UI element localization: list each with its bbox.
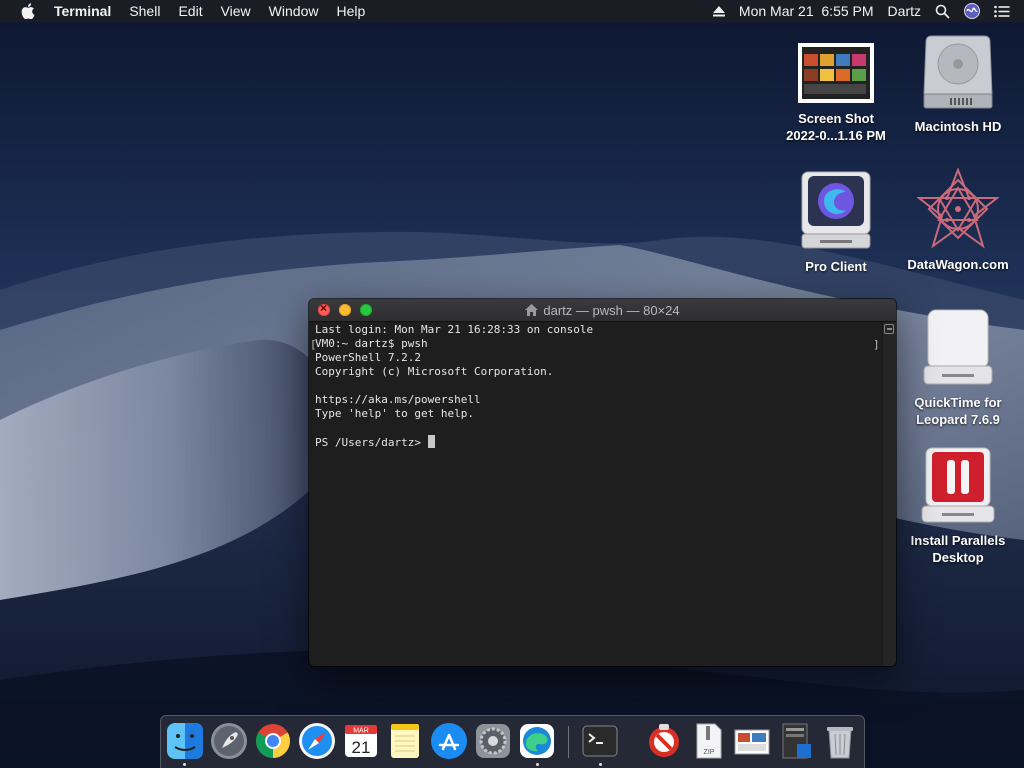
close-button[interactable] (318, 301, 330, 316)
terminal-icon[interactable] (581, 722, 619, 760)
terminal-line: Type 'help' to get help. (315, 407, 474, 420)
terminal-line: PowerShell 7.2.2 (315, 351, 421, 364)
menu-bar: Terminal Shell Edit View Window Help Mon… (0, 0, 1024, 22)
pro-client-disk-icon (801, 171, 871, 249)
terminal-line: VM0:~ dartz$ pwsh (315, 337, 428, 350)
desktop-icon-datawagon[interactable]: DataWagon.com (898, 168, 1018, 273)
home-folder-icon (525, 304, 539, 316)
desktop-icon-label: Install Parallels Desktop (910, 533, 1006, 565)
chrome-icon[interactable] (254, 722, 292, 760)
desktop-icon-screenshot[interactable]: Screen Shot 2022-0...1.16 PM (776, 42, 896, 144)
menu-app-terminal[interactable]: Terminal (52, 0, 120, 22)
hard-drive-icon (923, 35, 993, 109)
terminal-prompt: PS /Users/dartz> (315, 436, 428, 449)
menu-view[interactable]: View (212, 0, 260, 22)
mark-bracket-right: ] (873, 338, 880, 351)
desktop-icon-label: Screen Shot 2022-0...1.16 PM (786, 111, 886, 143)
split-pane-icon[interactable] (884, 324, 894, 334)
notes-icon[interactable] (386, 722, 424, 760)
eject-icon[interactable] (712, 5, 725, 17)
edge-icon[interactable] (518, 722, 556, 760)
desktop-icon-quicktime[interactable]: QuickTime for Leopard 7.6.9 (898, 308, 1018, 428)
dock: MAR 21 ZIP (160, 715, 865, 768)
parallels-disk-icon (921, 447, 995, 523)
parallels-stop-icon[interactable] (645, 722, 683, 760)
zoom-button[interactable] (360, 304, 372, 316)
zip-label: ZIP (704, 749, 715, 756)
calendar-day: 21 (352, 738, 371, 757)
document-stack-icon[interactable] (777, 722, 815, 760)
dock-separator (568, 726, 569, 758)
menu-shell[interactable]: Shell (120, 0, 169, 22)
calendar-month: MAR (353, 728, 369, 735)
menu-edit[interactable]: Edit (169, 0, 211, 22)
desktop-icon-label: DataWagon.com (907, 257, 1009, 272)
screenshot-thumbnail-icon (798, 43, 874, 103)
search-icon[interactable] (935, 4, 950, 19)
running-indicator (183, 763, 186, 766)
terminal-window[interactable]: dartz — pwsh — 80×24 Last login: Mon Mar… (309, 299, 896, 666)
siri-icon[interactable] (964, 3, 980, 19)
running-indicator (599, 763, 602, 766)
menubar-clock[interactable]: Mon Mar 21 6:55 PM (739, 0, 874, 22)
safari-icon[interactable] (298, 722, 336, 760)
zip-archive-icon[interactable]: ZIP (689, 722, 727, 760)
terminal-line: Copyright (c) Microsoft Corporation. (315, 365, 554, 378)
window-titlebar[interactable]: dartz — pwsh — 80×24 (309, 299, 896, 322)
desktop-icon-macintosh-hd[interactable]: Macintosh HD (898, 32, 1018, 135)
menu-window[interactable]: Window (260, 0, 328, 22)
calendar-icon[interactable]: MAR 21 (342, 722, 380, 760)
apple-logo-icon[interactable] (18, 0, 38, 22)
menubar-user[interactable]: Dartz (888, 0, 921, 22)
desktop-icon-install-parallels[interactable]: Install Parallels Desktop (898, 446, 1018, 566)
running-indicator (536, 763, 539, 766)
desktop-icon-label: Macintosh HD (914, 119, 1002, 134)
terminal-output[interactable]: Last login: Mon Mar 21 16:28:33 on conso… (309, 322, 882, 666)
launchpad-icon[interactable] (210, 722, 248, 760)
datawagon-icon (917, 168, 999, 249)
trash-icon[interactable] (821, 722, 859, 760)
terminal-scrollbar[interactable] (882, 322, 896, 666)
app-store-icon[interactable] (430, 722, 468, 760)
desktop-icon-label: Pro Client (805, 259, 867, 274)
system-preferences-icon[interactable] (474, 722, 512, 760)
terminal-line: https://aka.ms/powershell (315, 393, 481, 406)
window-controls (318, 301, 381, 316)
terminal-prompt-line[interactable]: PS /Users/dartz> (315, 435, 876, 450)
minimize-button[interactable] (339, 304, 351, 316)
finder-icon[interactable] (166, 722, 204, 760)
window-title: dartz — pwsh — 80×24 (543, 302, 680, 318)
mark-bracket-left: [ (310, 338, 317, 351)
text-cursor (427, 435, 435, 448)
menu-help[interactable]: Help (327, 0, 374, 22)
control-center-icon[interactable] (994, 5, 1010, 18)
desktop-icon-label: QuickTime for Leopard 7.6.9 (914, 395, 1002, 427)
terminal-line: Last login: Mon Mar 21 16:28:33 on conso… (315, 323, 594, 336)
desktop-icon-pro-client[interactable]: Pro Client (776, 170, 896, 275)
screenshot-preview-icon[interactable] (733, 722, 771, 760)
removable-disk-icon (923, 309, 993, 385)
